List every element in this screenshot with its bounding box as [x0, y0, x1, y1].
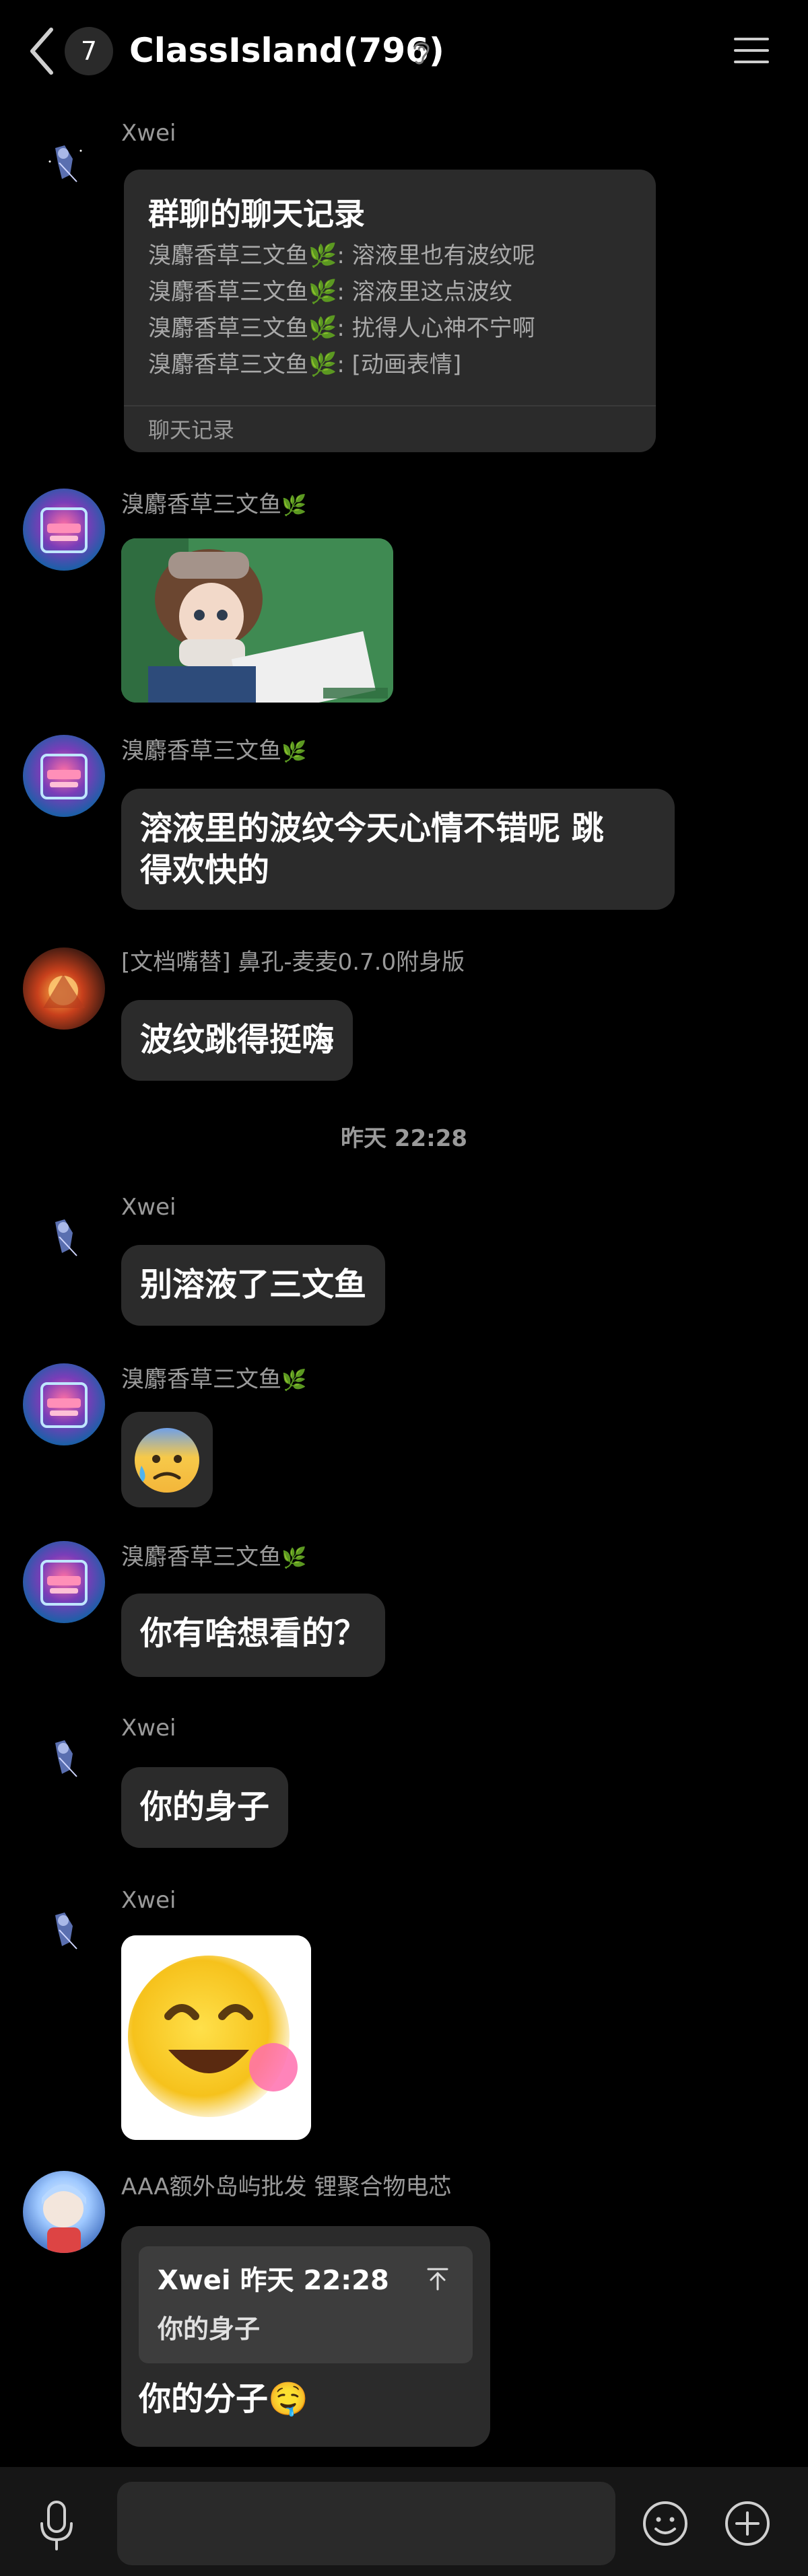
microphone-icon[interactable] — [36, 2498, 77, 2552]
forward-footer: 聊天记录 — [148, 417, 235, 443]
message-text-line: 得欢快的 — [140, 851, 270, 889]
avatar[interactable] — [23, 947, 105, 1030]
leaf-icon: 🌿 — [281, 1369, 307, 1392]
plus-icon[interactable] — [723, 2499, 772, 2548]
time-separator: 昨天 22:28 — [340, 1125, 468, 1152]
sender-name-text: 溴麝香草三文鱼 — [121, 491, 281, 518]
forward-line: 溴麝香草三文鱼🌿: 扰得人心神不宁啊 — [148, 315, 535, 342]
message-bubble[interactable]: 你有啥想看的？ — [121, 1594, 386, 1677]
anime-image[interactable] — [121, 538, 393, 703]
sender-name[interactable]: Xwei — [121, 1886, 176, 1915]
smiley-image[interactable] — [121, 1935, 311, 2140]
message-bubble[interactable]: Xwei 昨天 22:28 你的身子 你的分子🤤 — [121, 2226, 490, 2447]
input-bar — [0, 2467, 808, 2576]
message-text-content: 你的分子 — [139, 2380, 269, 2418]
sender-name[interactable]: Xwei — [121, 1713, 176, 1743]
message-input[interactable] — [117, 2482, 615, 2565]
forwarded-chat-card[interactable]: 群聊的聊天记录 溴麝香草三文鱼🌿: 溶液里也有波纹呢 溴麝香草三文鱼🌿: 溶液里… — [124, 170, 656, 452]
menu-icon[interactable] — [731, 34, 772, 67]
sender-name[interactable]: 溴麝香草三文鱼🌿 — [121, 1542, 306, 1573]
avatar[interactable] — [23, 489, 105, 571]
avatar[interactable] — [23, 121, 105, 203]
emoji-icon[interactable] — [641, 2499, 689, 2548]
leaf-icon: 🌿 — [281, 1546, 307, 1570]
leaf-icon: 🌿 — [281, 494, 307, 517]
jump-to-message-icon[interactable] — [424, 2265, 451, 2292]
quote-header: Xwei 昨天 22:28 — [158, 2265, 389, 2296]
ear-icon — [413, 42, 430, 65]
quote-block[interactable]: Xwei 昨天 22:28 你的身子 — [139, 2246, 473, 2363]
forward-line: 溴麝香草三文鱼🌿: 溶液里也有波纹呢 — [148, 242, 535, 269]
back-arrow-icon[interactable] — [24, 24, 61, 78]
avatar[interactable] — [23, 1541, 105, 1623]
message-bubble[interactable]: 你的身子 — [121, 1767, 289, 1848]
sender-name[interactable]: 溴麝香草三文鱼🌿 — [121, 490, 306, 521]
forward-title: 群聊的聊天记录 — [148, 196, 365, 232]
sender-name[interactable]: 溴麝香草三文鱼🌿 — [121, 736, 306, 767]
leaf-icon: 🌿 — [281, 740, 307, 764]
sender-name-text: 溴麝香草三文鱼 — [121, 738, 281, 764]
avatar[interactable] — [23, 1363, 105, 1445]
avatar[interactable] — [23, 1888, 105, 1970]
sender-name[interactable]: 溴麝香草三文鱼🌿 — [121, 1365, 306, 1396]
group-title[interactable]: ClassIsland(796) — [129, 28, 444, 73]
forward-line: 溴麝香草三文鱼🌿: [动画表情] — [148, 351, 462, 378]
forward-line: 溴麝香草三文鱼🌿: 溶液里这点波纹 — [148, 279, 512, 306]
sender-name-text: 溴麝香草三文鱼 — [121, 1366, 281, 1393]
message-bubble[interactable]: 溶液里的波纹今天心情不错呢 跳 得欢快的 — [121, 789, 675, 910]
unread-count-badge[interactable]: 7 — [65, 27, 113, 75]
avatar[interactable] — [23, 735, 105, 817]
anxious-face-icon — [135, 1428, 199, 1493]
avatar[interactable] — [23, 2171, 105, 2253]
drooling-face-icon: 🤤 — [268, 2380, 308, 2418]
quote-body: 你的身子 — [158, 2314, 261, 2344]
sender-name[interactable]: AAA额外岛屿批发 锂聚合物电芯 — [121, 2172, 451, 2202]
message-text-line: 溶液里的波纹今天心情不错呢 跳 — [140, 810, 604, 847]
sender-name[interactable]: Xwei — [121, 118, 176, 148]
message-bubble[interactable]: 别溶液了三文鱼 — [121, 1245, 386, 1326]
chat-header: 7 ClassIsland(796) — [0, 0, 808, 101]
avatar[interactable] — [23, 1716, 105, 1798]
sender-name[interactable]: [文档嘴替] 鼻孔-麦麦0.7.0附身版 — [121, 947, 465, 977]
message-bubble[interactable]: 波纹跳得挺嗨 — [121, 1000, 354, 1081]
message-text: 你的分子🤤 — [139, 2378, 308, 2420]
divider — [124, 405, 656, 406]
sender-name[interactable]: Xwei — [121, 1192, 176, 1222]
avatar[interactable] — [23, 1195, 105, 1277]
emoji-bubble[interactable] — [121, 1412, 213, 1507]
sender-name-text: 溴麝香草三文鱼 — [121, 1544, 281, 1571]
